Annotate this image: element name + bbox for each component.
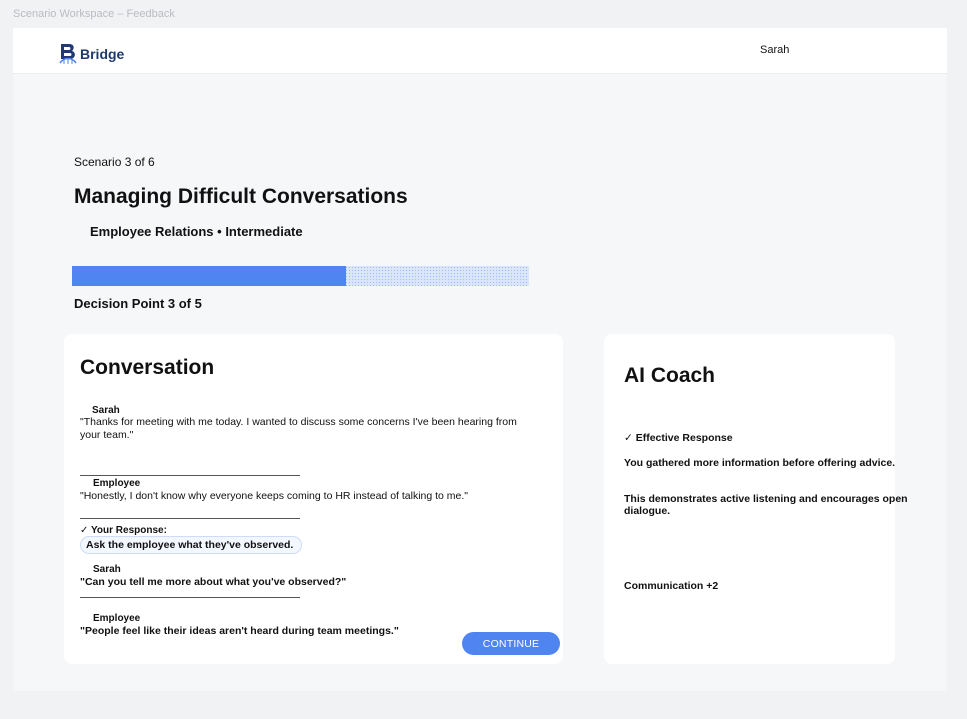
scenario-progress-bar <box>72 266 529 286</box>
message-speaker: Employee <box>93 613 141 624</box>
message-divider <box>80 475 300 476</box>
message-text: "Can you tell me more about what you've … <box>80 576 347 588</box>
conversation-title: Conversation <box>80 356 215 379</box>
coach-feedback: You gathered more information before off… <box>624 457 896 469</box>
your-response-label: ✓ Your Response: <box>80 525 167 536</box>
conversation-card: Conversation Sarah "Thanks for meeting w… <box>64 334 563 664</box>
message-speaker: Sarah <box>92 405 120 416</box>
message-text: "Honestly, I don't know why everyone kee… <box>80 490 469 502</box>
scenario-subtitle: Employee Relations • Intermediate <box>90 224 303 239</box>
message-text: "People feel like their ideas aren't hea… <box>80 625 399 637</box>
message-speaker: Employee <box>93 478 141 489</box>
bridge-logo-icon <box>59 44 77 64</box>
continue-button[interactable]: CONTINUE <box>462 632 560 655</box>
message-divider <box>80 597 300 598</box>
message-text: "Thanks for meeting with me today. I wan… <box>80 416 517 441</box>
message-speaker: Sarah <box>93 564 121 575</box>
app-window: Bridge Sarah Scenario 3 of 6 Managing Di… <box>13 28 947 691</box>
scenario-count: Scenario 3 of 6 <box>74 155 155 169</box>
ai-coach-card: AI Coach ✓ Effective Response You gather… <box>604 334 908 664</box>
selected-response-chip[interactable]: Ask the employee what they've observed. <box>80 536 303 554</box>
logo-text: Bridge <box>80 46 125 62</box>
message-divider <box>80 518 300 519</box>
page-title: Managing Difficult Conversations <box>74 185 408 208</box>
progress-fill <box>72 266 347 286</box>
bridge-logo[interactable]: Bridge <box>59 43 124 65</box>
user-name[interactable]: Sarah <box>760 44 789 56</box>
window-title: Scenario Workspace – Feedback <box>13 8 175 20</box>
skill-delta: Communication +2 <box>624 580 719 592</box>
ai-coach-title: AI Coach <box>624 364 716 387</box>
coach-feedback: This demonstrates active listening and e… <box>624 493 908 517</box>
coach-verdict: ✓ Effective Response <box>624 432 733 444</box>
top-bar: Bridge Sarah <box>13 28 947 74</box>
decision-point-label: Decision Point 3 of 5 <box>74 296 202 311</box>
